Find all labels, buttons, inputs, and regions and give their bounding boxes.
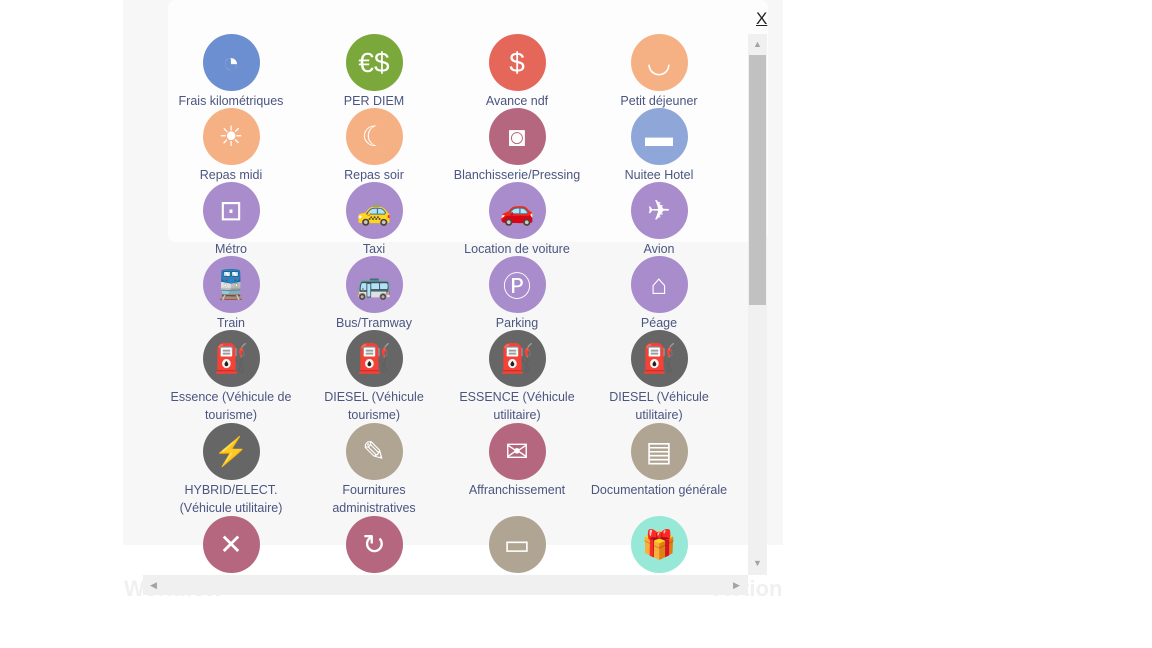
category-label: Documentation générale xyxy=(590,483,728,497)
category-item[interactable]: ⛽ DIESEL (Véhicule utilitaire) xyxy=(589,330,729,424)
washing-machine-icon[interactable]: ◙ xyxy=(488,108,546,165)
train-icon[interactable]: 🚆 xyxy=(202,256,260,313)
category-item[interactable]: ⛽ Essence (Véhicule de tourisme) xyxy=(161,330,301,424)
category-item[interactable]: ↻ xyxy=(304,516,444,574)
tools-icon[interactable]: ✕ xyxy=(202,516,260,573)
close-button[interactable]: X xyxy=(756,9,767,29)
computer-monitor-icon[interactable]: ▭ xyxy=(488,516,546,573)
electric-plug-icon[interactable]: ⚡ xyxy=(202,423,260,480)
toll-booth-icon[interactable]: ⌂ xyxy=(630,256,688,313)
category-label: Fournitures administratives xyxy=(332,483,416,515)
category-item[interactable]: ◔ Frais kilométriques xyxy=(161,34,301,110)
category-item[interactable]: ▤ Documentation générale xyxy=(589,423,729,499)
airplane-icon[interactable]: ✈ xyxy=(630,182,688,239)
category-item[interactable]: ✉ Affranchissement xyxy=(447,423,587,499)
category-item[interactable]: ◡ Petit déjeuner xyxy=(589,34,729,110)
category-label: Essence (Véhicule de tourisme) xyxy=(170,390,292,422)
currency-bag-icon[interactable]: €$ xyxy=(345,34,403,91)
fork-knife-sun-icon[interactable]: ☀ xyxy=(202,108,260,165)
horizontal-scrollbar[interactable]: ◀ ▶ xyxy=(143,575,748,595)
fuel-nozzle-icon[interactable]: ⛽ xyxy=(345,330,403,387)
category-item[interactable]: 🚗 Location de voiture xyxy=(447,182,587,258)
bus-icon[interactable]: 🚌 xyxy=(345,256,403,313)
category-item[interactable]: ⌂ Péage xyxy=(589,256,729,332)
speedometer-icon[interactable]: ◔ xyxy=(202,34,260,91)
scroll-down-arrow-icon[interactable]: ▼ xyxy=(753,558,762,568)
fuel-nozzle-icon[interactable]: ⛽ xyxy=(202,330,260,387)
category-item[interactable]: ✈ Avion xyxy=(589,182,729,258)
category-label: ESSENCE (Véhicule utilitaire) xyxy=(459,390,575,422)
category-item[interactable]: ⛽ DIESEL (Véhicule tourisme) xyxy=(304,330,444,424)
category-label: DIESEL (Véhicule utilitaire) xyxy=(609,390,709,422)
scroll-left-arrow-icon[interactable]: ◀ xyxy=(150,580,157,591)
bowl-icon[interactable]: ◡ xyxy=(630,34,688,91)
category-item[interactable]: $ Avance ndf xyxy=(447,34,587,110)
category-item[interactable]: ⊡ Métro xyxy=(161,182,301,258)
metro-icon[interactable]: ⊡ xyxy=(202,182,260,239)
fuel-nozzle-icon[interactable]: ⛽ xyxy=(488,330,546,387)
parking-icon[interactable]: Ⓟ xyxy=(488,256,546,313)
pen-icon[interactable]: ✎ xyxy=(345,423,403,480)
category-item[interactable]: ⚡ HYBRID/ELECT. (Véhicule utilitaire) xyxy=(161,423,301,517)
vertical-scroll-thumb[interactable] xyxy=(749,55,766,305)
category-item[interactable]: ▬ Nuitee Hotel xyxy=(589,108,729,184)
category-item[interactable]: Ⓟ Parking xyxy=(447,256,587,332)
documents-icon[interactable]: ▤ xyxy=(630,423,688,480)
bed-icon[interactable]: ▬ xyxy=(630,108,688,165)
calendar-cycle-icon[interactable]: ↻ xyxy=(345,516,403,573)
scroll-right-arrow-icon[interactable]: ▶ xyxy=(733,580,740,591)
category-item[interactable]: 🚆 Train xyxy=(161,256,301,332)
fork-knife-moon-icon[interactable]: ☾ xyxy=(345,108,403,165)
expense-category-grid: ◔ Frais kilométriques €$ PER DIEM $ Avance nd… xyxy=(143,34,748,575)
fuel-nozzle-icon[interactable]: ⛽ xyxy=(630,330,688,387)
category-item[interactable]: ✕ xyxy=(161,516,301,574)
gift-icon[interactable]: 🎁 xyxy=(630,516,688,573)
car-icon[interactable]: 🚗 xyxy=(488,182,546,239)
category-item[interactable]: ⛽ ESSENCE (Véhicule utilitaire) xyxy=(447,330,587,424)
category-item[interactable]: ☀ Repas midi xyxy=(161,108,301,184)
scroll-up-arrow-icon[interactable]: ▲ xyxy=(753,39,762,49)
category-item[interactable]: ☾ Repas soir xyxy=(304,108,444,184)
category-label: Affranchissement xyxy=(468,483,566,497)
envelope-icon[interactable]: ✉ xyxy=(488,423,546,480)
vertical-scrollbar[interactable]: ▲ ▼ xyxy=(748,34,767,575)
category-item[interactable]: 🚕 Taxi xyxy=(304,182,444,258)
taxi-icon[interactable]: 🚕 xyxy=(345,182,403,239)
category-item[interactable]: ✎ Fournitures administratives xyxy=(304,423,444,517)
money-stack-icon[interactable]: $ xyxy=(488,34,546,91)
category-label: HYBRID/ELECT. (Véhicule utilitaire) xyxy=(179,483,283,515)
category-label: DIESEL (Véhicule tourisme) xyxy=(324,390,424,422)
category-item[interactable]: 🚌 Bus/Tramway xyxy=(304,256,444,332)
category-item[interactable]: 🎁 xyxy=(589,516,729,574)
category-item[interactable]: ◙ Blanchisserie/Pressing xyxy=(447,108,587,184)
category-item[interactable]: ▭ xyxy=(447,516,587,574)
category-item[interactable]: €$ PER DIEM xyxy=(304,34,444,110)
